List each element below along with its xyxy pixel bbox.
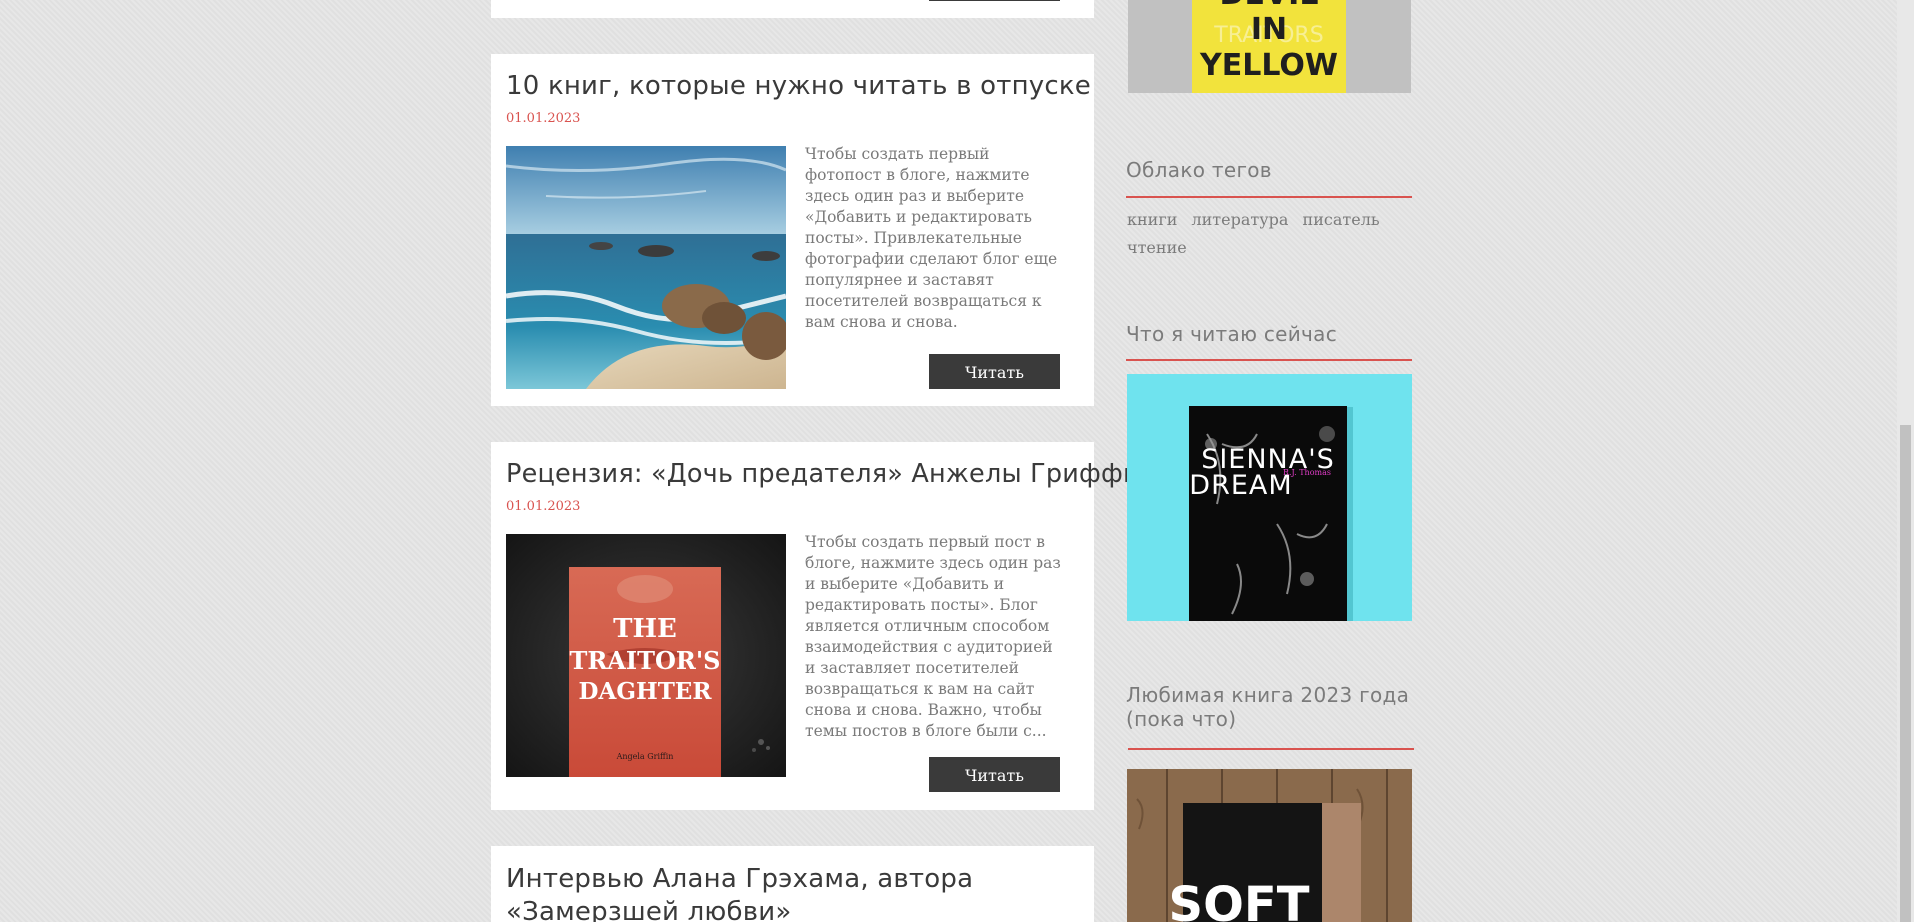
tag-cloud-divider [1126, 196, 1412, 198]
cover-title-line1: THE [613, 614, 677, 644]
tag-link[interactable]: писатель [1303, 210, 1380, 229]
blog-page: 10 книг, которые нужно читать в отпуске … [0, 0, 1914, 922]
scrollbar-thumb[interactable] [1900, 425, 1911, 922]
post-title[interactable]: 10 книг, которые нужно читать в отпуске [506, 71, 1091, 101]
soft-book-cover: SOFT [1127, 769, 1412, 922]
cover-title-line2: TRAITOR'S [569, 646, 720, 675]
favorite-book-image[interactable]: SOFT [1127, 769, 1412, 922]
post-title[interactable]: Интервью Алана Грэхама, автора «Замерзше… [506, 863, 1086, 922]
cover-line2: IN [1251, 12, 1287, 47]
post-image-book-cover[interactable]: THE TRAITOR'S DAGHTER Angela Griffin [506, 534, 786, 777]
post-excerpt: Чтобы создать первый пост в блоге, нажми… [805, 533, 1061, 740]
post-card: 10 книг, которые нужно читать в отпуске … [491, 54, 1094, 406]
traitors-daughter-cover: THE TRAITOR'S DAGHTER Angela Griffin [506, 534, 786, 777]
read-button[interactable]: Читать [929, 757, 1060, 792]
favorite-book-title-line1: Любимая книга 2023 года [1126, 683, 1410, 707]
cover-title-line3: DAGHTER [579, 678, 713, 705]
post-date: 01.01.2023 [506, 111, 581, 126]
cover-line3: YELLOW [1199, 48, 1338, 83]
cover-title-line2: DREAM [1189, 470, 1292, 501]
reading-now-divider [1126, 359, 1412, 361]
tag-link[interactable]: книги [1127, 210, 1177, 229]
beach-photo [506, 146, 786, 389]
cover-author: Angela Griffin [616, 752, 674, 761]
siennas-dream-cover: SIENNA'S DREAM R.J. Thomas [1127, 374, 1412, 621]
reading-now-book-image[interactable]: SIENNA'S DREAM R.J. Thomas [1127, 374, 1412, 621]
favorite-book-title-line2: (пока что) [1126, 707, 1237, 731]
cover-author: R.J. Thomas [1283, 468, 1331, 477]
reading-now-title: Что я читаю сейчас [1126, 322, 1338, 346]
cover-line1: DEVIL [1220, 0, 1319, 12]
post-image-beach[interactable] [506, 146, 786, 389]
read-button-previous[interactable] [929, 0, 1060, 1]
post-card: Рецензия: «Дочь предателя» Анжелы Гриффи… [491, 442, 1156, 810]
tag-link[interactable]: чтение [1127, 238, 1187, 257]
post-date: 01.01.2023 [506, 499, 581, 514]
read-button[interactable]: Читать [929, 354, 1060, 389]
favorite-book-title: Любимая книга 2023 года (пока что) [1126, 683, 1409, 731]
tag-cloud: книги литература писатель чтение [1127, 206, 1417, 262]
devil-in-yellow-cover: TRAITORS DEVIL IN YELLOW [1128, 0, 1411, 93]
favorite-book-divider [1128, 748, 1414, 750]
tag-link[interactable]: литература [1191, 210, 1288, 229]
post-title[interactable]: Рецензия: «Дочь предателя» Анжелы Гриффи… [506, 459, 1157, 489]
post-card-previous [491, 0, 1094, 18]
cover-title: SOFT [1169, 877, 1310, 922]
tag-cloud-title: Облако тегов [1126, 158, 1272, 182]
post-card: Интервью Алана Грэхама, автора «Замерзше… [491, 846, 1094, 922]
sidebar-top-book-image[interactable]: TRAITORS DEVIL IN YELLOW [1128, 0, 1411, 93]
post-excerpt: Чтобы создать первый фотопост в блоге, н… [805, 145, 1058, 331]
